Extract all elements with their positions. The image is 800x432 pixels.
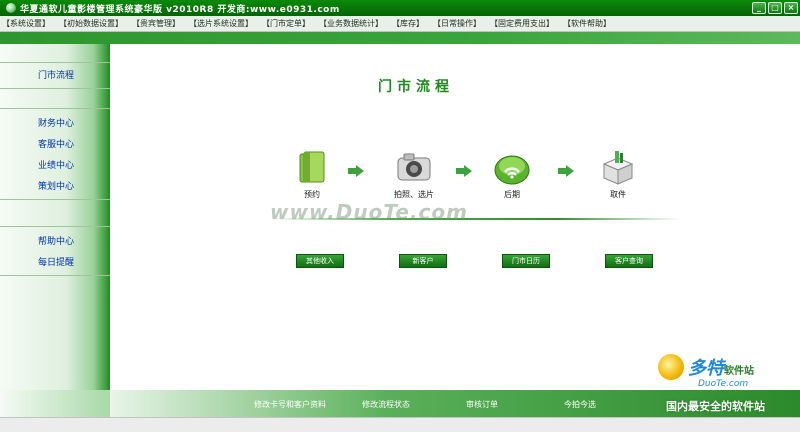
menu-photo-selection-settings[interactable]: 【选片系统设置】 xyxy=(189,18,253,29)
step-photo-selection[interactable]: 拍照、选片 xyxy=(374,148,454,200)
sidebar-item-performance[interactable]: 业绩中心 xyxy=(0,154,110,175)
sidebar-item-label: 帮助中心 xyxy=(38,237,75,247)
menu-store-orders[interactable]: 【门市定单】 xyxy=(262,18,310,29)
customer-search-button[interactable]: 客户查询 xyxy=(605,254,653,268)
window-controls: _ □ × xyxy=(752,2,798,14)
sidebar-item-customer-service[interactable]: 客服中心 xyxy=(0,133,110,154)
footer-left xyxy=(0,390,110,417)
sidebar-divider xyxy=(0,226,110,227)
arrow-icon xyxy=(348,165,364,177)
other-income-button[interactable]: 其他收入 xyxy=(296,254,344,268)
close-button[interactable]: × xyxy=(784,2,798,14)
store-calendar-button[interactable]: 门市日历 xyxy=(502,254,550,268)
badge-url: DuoTe.com xyxy=(698,379,749,389)
footer-review-orders[interactable]: 审核订单 xyxy=(466,399,498,410)
footer-shoot-select-today[interactable]: 今拍今选 xyxy=(564,399,596,410)
menu-fixed-expenses[interactable]: 【固定费用支出】 xyxy=(490,18,554,29)
sidebar: 门市流程 财务中心 客服中心 业绩中心 策划中心 帮助中心 每日提醒 xyxy=(0,44,110,417)
sidebar-item-label: 业绩中心 xyxy=(38,161,75,171)
arrow-icon xyxy=(456,165,472,177)
menu-business-stats[interactable]: 【业务数据统计】 xyxy=(319,18,383,29)
step-reservation[interactable]: 预约 xyxy=(272,148,352,200)
watermark: www.DuoTe.com xyxy=(270,200,468,224)
sidebar-divider xyxy=(0,88,110,89)
sidebar-item-label: 门市流程 xyxy=(38,71,75,81)
menu-vip[interactable]: 【贵宾管理】 xyxy=(132,18,180,29)
sidebar-item-store-flow[interactable]: 门市流程 xyxy=(0,64,110,85)
sidebar-item-help-center[interactable]: 帮助中心 xyxy=(0,230,110,251)
step-label: 取件 xyxy=(610,190,626,199)
site-badge: 多特软件站 DuoTe.com 国内最安全的软件站 xyxy=(654,352,794,414)
sidebar-item-finance[interactable]: 财务中心 xyxy=(0,112,110,133)
window-title: 华夏通软儿童影楼管理系统豪华版 v2010R8 开发商:www.e0931.co… xyxy=(20,4,340,15)
header-strip xyxy=(0,32,800,44)
step-post-production[interactable]: 后期 xyxy=(472,148,552,200)
sidebar-item-label: 每日提醒 xyxy=(38,258,75,268)
menu-bar: 【系统设置】 【初始数据设置】 【贵宾管理】 【选片系统设置】 【门市定单】 【… xyxy=(0,16,800,32)
footer-edit-status[interactable]: 修改流程状态 xyxy=(362,399,410,410)
step-label: 后期 xyxy=(504,190,520,199)
badge-subtitle: 软件站 xyxy=(724,366,754,377)
footer-edit-card-customer[interactable]: 修改卡号和客户资料 xyxy=(254,399,326,410)
sidebar-divider xyxy=(0,62,110,63)
step-label: 预约 xyxy=(304,190,320,199)
sidebar-item-daily-reminder[interactable]: 每日提醒 xyxy=(0,251,110,272)
new-customer-button[interactable]: 新客户 xyxy=(399,254,447,268)
process-icon xyxy=(492,148,532,188)
sidebar-item-label: 客服中心 xyxy=(38,140,75,150)
sidebar-divider xyxy=(0,199,110,200)
sidebar-divider xyxy=(0,108,110,109)
badge-title-text: 多特 xyxy=(688,358,724,379)
step-pickup[interactable]: 取件 xyxy=(578,148,658,200)
box-icon xyxy=(598,148,638,188)
sun-logo-icon xyxy=(658,354,684,380)
divider-line xyxy=(270,218,680,220)
menu-help[interactable]: 【软件帮助】 xyxy=(563,18,611,29)
menu-system-settings[interactable]: 【系统设置】 xyxy=(2,18,50,29)
page-title: 门市流程 xyxy=(378,79,454,95)
main-panel: 门市流程 预约 拍照、选片 后期 取件 www.DuoTe.com 其他收入 新… xyxy=(110,44,800,390)
menu-initial-data[interactable]: 【初始数据设置】 xyxy=(59,18,123,29)
badge-title: 多特软件站 xyxy=(688,354,754,380)
title-bar: 华夏通软儿童影楼管理系统豪华版 v2010R8 开发商:www.e0931.co… xyxy=(0,0,800,16)
arrow-icon xyxy=(558,165,574,177)
sidebar-item-label: 财务中心 xyxy=(38,119,75,129)
maximize-button[interactable]: □ xyxy=(768,2,782,14)
sidebar-divider xyxy=(0,275,110,276)
sidebar-item-label: 策划中心 xyxy=(38,182,75,192)
badge-slogan: 国内最安全的软件站 xyxy=(666,400,765,413)
menu-daily-operations[interactable]: 【日常操作】 xyxy=(433,18,481,29)
step-label: 拍照、选片 xyxy=(394,190,434,199)
camera-icon xyxy=(394,148,434,188)
status-bar xyxy=(0,417,800,432)
menu-inventory[interactable]: 【库存】 xyxy=(392,18,424,29)
app-logo-icon xyxy=(6,3,16,13)
minimize-button[interactable]: _ xyxy=(752,2,766,14)
sidebar-item-planning[interactable]: 策划中心 xyxy=(0,175,110,196)
folder-icon xyxy=(292,148,332,188)
